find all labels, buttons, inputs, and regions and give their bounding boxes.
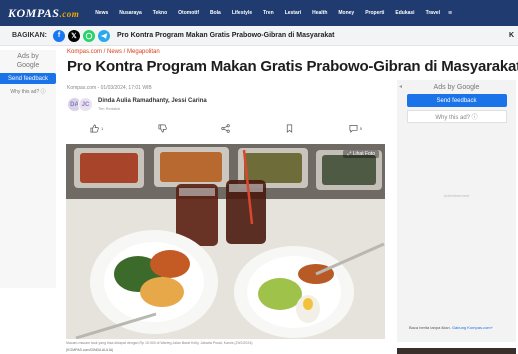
breadcrumb[interactable]: Kompas.com / News / Megapolitan bbox=[67, 49, 160, 55]
nav-item-otomotif[interactable]: Otomotif bbox=[178, 10, 199, 16]
nav-item-edukasi[interactable]: Edukasi bbox=[395, 10, 414, 16]
share-label: BAGIKAN: bbox=[12, 32, 47, 39]
telegram-glyph bbox=[100, 32, 108, 39]
ad-close-icon[interactable]: ◂ bbox=[399, 83, 402, 90]
thumbs-down-icon bbox=[158, 124, 167, 133]
join-kompas-plus-link[interactable]: Gabung Kompas.com+ bbox=[452, 325, 493, 330]
article-meta: Kompas.com - 01/03/2024, 17:01 WIB bbox=[67, 85, 152, 91]
nav-list: News Nusaraya Tekno Otomotif Bola Lifest… bbox=[95, 10, 440, 16]
nav-item-travel[interactable]: Travel bbox=[426, 10, 440, 16]
thumbs-up-icon bbox=[90, 124, 99, 133]
nav-item-health[interactable]: Health bbox=[312, 10, 327, 16]
nav-item-money[interactable]: Money bbox=[338, 10, 354, 16]
bookmark-button[interactable] bbox=[285, 124, 294, 133]
photo-caption: Macam-macam lauk yang bisa didapat denga… bbox=[66, 341, 254, 345]
top-navigation: KOMPAS.com News Nusaraya Tekno Otomotif … bbox=[0, 0, 518, 26]
ad-by-label: Ads by Google bbox=[433, 84, 480, 91]
nav-item-nusaraya[interactable]: Nusaraya bbox=[119, 10, 142, 16]
logo-text: KOMPAS bbox=[8, 5, 60, 20]
logo-suffix: .com bbox=[59, 8, 80, 19]
share-bar-title: Pro Kontra Program Makan Gratis Prabowo-… bbox=[117, 32, 335, 39]
why-this-ad-link[interactable]: Why this ad? ⓘ bbox=[0, 88, 56, 95]
nav-item-bola[interactable]: Bola bbox=[210, 10, 221, 16]
photo-credit: (KOMPAS.com/DINDA AULIA) bbox=[66, 348, 114, 352]
menu-icon[interactable]: ≡ bbox=[448, 10, 452, 17]
comment-button[interactable]: 5 bbox=[349, 124, 362, 133]
author-block: DA JC Dinda Aulia Ramadhanty, Jessi Cari… bbox=[67, 97, 207, 112]
whatsapp-glyph bbox=[85, 32, 93, 39]
nav-item-tekno[interactable]: Tekno bbox=[153, 10, 167, 16]
ad-by-label: Ads by Google bbox=[0, 52, 56, 70]
author-role: Tim Redaksi bbox=[98, 106, 121, 111]
share-bar-right-letter: K bbox=[508, 32, 514, 39]
article-photo[interactable]: ⤢ Lihat Foto bbox=[66, 144, 385, 339]
telegram-icon[interactable] bbox=[98, 29, 110, 42]
dislike-button[interactable] bbox=[158, 124, 167, 133]
nav-item-tren[interactable]: Tren bbox=[263, 10, 274, 16]
right-ad: ◂ Ads by Google Send feedback Why this a… bbox=[397, 80, 516, 342]
send-feedback-button[interactable]: Send feedback bbox=[0, 73, 56, 84]
like-button[interactable]: 1 bbox=[90, 124, 103, 133]
like-count: 1 bbox=[101, 126, 104, 131]
article-actions: 1 5 bbox=[90, 124, 362, 133]
page-title: Pro Kontra Program Makan Gratis Prabowo-… bbox=[67, 58, 518, 75]
facebook-icon[interactable]: f bbox=[53, 29, 65, 42]
share-bar: BAGIKAN: f 𝕏 Pro Kontra Program Makan Gr… bbox=[0, 26, 518, 46]
google-text: Google bbox=[16, 62, 40, 69]
whatsapp-icon[interactable] bbox=[83, 29, 95, 42]
nav-item-news[interactable]: News bbox=[95, 10, 108, 16]
ad-free-promo: Baca berita tanpa iklan. Gabung Kompas.c… bbox=[409, 325, 493, 330]
nav-item-properti[interactable]: Properti bbox=[365, 10, 384, 16]
why-this-ad-button[interactable]: Why this ad? ⓘ bbox=[406, 110, 507, 123]
nav-item-lestari[interactable]: Lestari bbox=[285, 10, 301, 16]
send-feedback-button[interactable]: Send feedback bbox=[406, 94, 507, 107]
advertisement-label: Advertisement bbox=[443, 193, 470, 198]
kompas-logo[interactable]: KOMPAS.com bbox=[8, 6, 79, 21]
author-text: Dinda Aulia Ramadhanty, Jessi Carina Tim… bbox=[98, 98, 207, 111]
food-photo bbox=[66, 144, 385, 339]
author-names[interactable]: Dinda Aulia Ramadhanty, Jessi Carina bbox=[98, 98, 207, 104]
avatar[interactable]: JC bbox=[78, 97, 93, 112]
ads-by-text: Ads by bbox=[17, 53, 39, 60]
nav-item-lifestyle[interactable]: Lifestyle bbox=[232, 10, 252, 16]
related-thumbnail[interactable] bbox=[397, 348, 516, 354]
share-button[interactable] bbox=[221, 124, 231, 133]
comment-icon bbox=[349, 124, 358, 133]
share-icon bbox=[221, 124, 231, 133]
left-ad: Ads by Google Send feedback Why this ad?… bbox=[0, 50, 56, 288]
comment-count: 5 bbox=[359, 126, 362, 131]
bookmark-icon bbox=[286, 124, 293, 133]
ad-free-text: Baca berita tanpa iklan. bbox=[409, 325, 451, 330]
view-photo-button[interactable]: ⤢ Lihat Foto bbox=[343, 150, 379, 158]
x-icon[interactable]: 𝕏 bbox=[68, 29, 80, 42]
